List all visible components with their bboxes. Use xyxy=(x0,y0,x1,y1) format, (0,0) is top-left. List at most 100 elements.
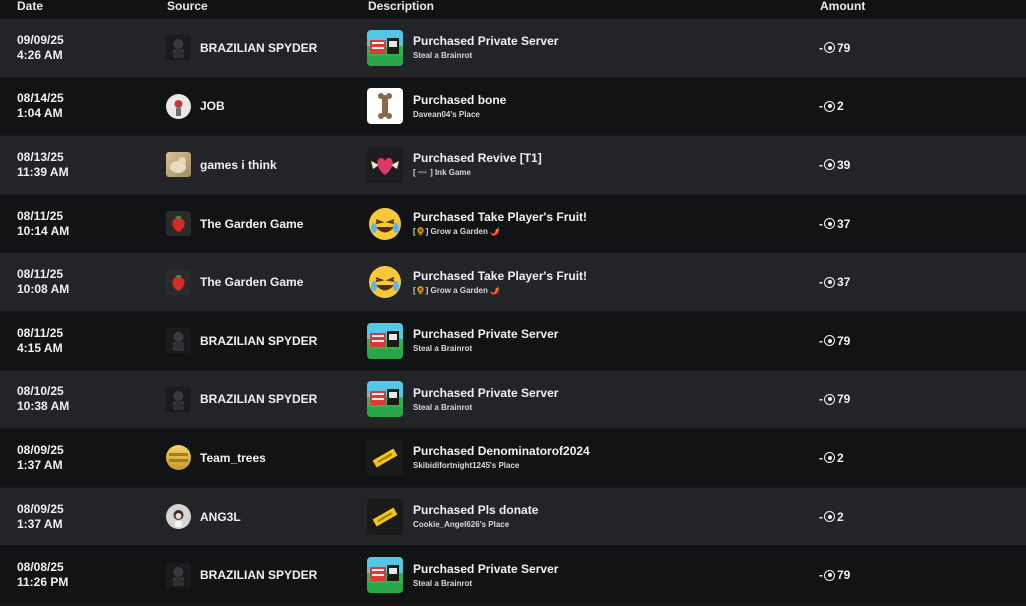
trees-avatar-icon[interactable] xyxy=(166,445,191,471)
description-place[interactable]: Steal a Brainrot xyxy=(413,579,558,589)
amount-sign: - xyxy=(819,157,823,172)
row-date: 08/10/25 xyxy=(17,384,64,399)
row-date: 08/11/25 xyxy=(17,267,64,282)
source-name[interactable]: The Garden Game xyxy=(200,217,303,231)
description-title: Purchased Private Server xyxy=(413,561,559,576)
gold-bar-icon[interactable] xyxy=(367,439,403,476)
laughing-emoji-icon[interactable] xyxy=(367,206,403,242)
row-time: 10:08 AM xyxy=(17,282,70,297)
source-cell[interactable]: The Garden Game xyxy=(166,253,303,311)
brainrot-game-icon[interactable] xyxy=(367,29,403,66)
source-cell[interactable]: Team_trees xyxy=(166,429,266,487)
description-place[interactable]: Steal a Brainrot xyxy=(413,51,558,61)
spyder-avatar-icon[interactable] xyxy=(166,562,191,588)
amount-value: 2 xyxy=(837,509,844,524)
row-date: 08/11/25 xyxy=(17,208,64,223)
table-row: 08/08/25 11:26 PM BRAZILIAN SPYDER Purch… xyxy=(0,546,1026,605)
row-date: 08/11/25 xyxy=(17,325,64,340)
angel-avatar-icon[interactable] xyxy=(166,504,191,530)
robux-icon xyxy=(824,452,835,464)
description-cell[interactable]: Purchased Revive [T1] [ ➖ ] Ink Game xyxy=(367,136,542,194)
amount-cell: - 37 xyxy=(819,253,850,311)
description-cell[interactable]: Purchased Private Server Steal a Brainro… xyxy=(367,19,558,77)
source-cell[interactable]: games i think xyxy=(166,136,277,194)
description-place[interactable]: Steal a Brainrot xyxy=(413,344,558,354)
source-name[interactable]: BRAZILIAN SPYDER xyxy=(200,41,317,55)
robux-icon xyxy=(824,393,835,405)
source-cell[interactable]: JOB xyxy=(166,78,225,136)
source-name[interactable]: games i think xyxy=(200,158,277,172)
source-name[interactable]: BRAZILIAN SPYDER xyxy=(200,334,317,348)
amount-cell: - 2 xyxy=(819,488,844,546)
robux-icon xyxy=(824,511,835,523)
source-name[interactable]: BRAZILIAN SPYDER xyxy=(200,392,317,406)
description-title: Purchased Denominatorof2024 xyxy=(413,444,590,459)
description-cell[interactable]: Purchased Take Player's Fruit! [🌻] Grow … xyxy=(367,195,587,253)
description-cell[interactable]: Purchased Take Player's Fruit! [🌻] Grow … xyxy=(367,253,587,311)
transactions-table: Date Source Description Amount 09/09/25 … xyxy=(0,0,1026,605)
strawberry-icon[interactable] xyxy=(166,269,191,295)
source-name[interactable]: Team_trees xyxy=(200,451,266,465)
games-avatar-icon[interactable] xyxy=(166,152,191,178)
amount-cell: - 2 xyxy=(819,429,844,487)
spyder-avatar-icon[interactable] xyxy=(166,386,191,412)
laughing-emoji-icon[interactable] xyxy=(367,264,403,300)
source-cell[interactable]: The Garden Game xyxy=(166,195,303,253)
amount-cell: - 37 xyxy=(819,195,850,253)
strawberry-icon[interactable] xyxy=(166,211,191,237)
source-cell[interactable]: BRAZILIAN SPYDER xyxy=(166,19,317,77)
bone-icon[interactable] xyxy=(367,88,403,125)
row-date: 08/13/25 xyxy=(17,149,64,164)
source-name[interactable]: The Garden Game xyxy=(200,275,303,289)
table-row: 08/09/25 1:37 AM Team_trees Purchased De… xyxy=(0,429,1026,488)
source-cell[interactable]: BRAZILIAN SPYDER xyxy=(166,546,317,604)
description-place[interactable]: Skibidifortnight1245's Place xyxy=(413,461,590,471)
spyder-avatar-icon[interactable] xyxy=(166,35,191,61)
amount-cell: - 39 xyxy=(819,136,850,194)
robux-icon xyxy=(824,42,835,54)
amount-cell: - 2 xyxy=(819,78,844,136)
brainrot-game-icon[interactable] xyxy=(367,557,403,594)
spyder-avatar-icon[interactable] xyxy=(166,328,191,354)
source-cell[interactable]: BRAZILIAN SPYDER xyxy=(166,371,317,429)
brainrot-game-icon[interactable] xyxy=(367,322,403,359)
description-title: Purchased Private Server xyxy=(413,385,559,400)
gold-bar-icon[interactable] xyxy=(367,498,403,535)
brainrot-game-icon[interactable] xyxy=(367,381,403,418)
source-name[interactable]: BRAZILIAN SPYDER xyxy=(200,568,317,582)
description-place[interactable]: Cookie_Angel626's Place xyxy=(413,520,538,530)
description-place[interactable]: [ ➖ ] Ink Game xyxy=(413,168,542,178)
robux-icon xyxy=(824,159,835,171)
table-row: 08/11/25 4:15 AM BRAZILIAN SPYDER Purcha… xyxy=(0,311,1026,371)
row-time: 11:26 PM xyxy=(17,575,69,590)
source-cell[interactable]: BRAZILIAN SPYDER xyxy=(166,312,317,370)
amount-cell: - 79 xyxy=(819,312,850,370)
table-header: Date Source Description Amount xyxy=(0,0,1026,19)
description-cell[interactable]: Purchased Private Server Steal a Brainro… xyxy=(367,312,558,370)
source-cell[interactable]: ANG3L xyxy=(166,488,241,546)
description-cell[interactable]: Purchased bone Davean04's Place xyxy=(367,78,506,136)
description-place[interactable]: Davean04's Place xyxy=(413,110,506,120)
table-row: 08/14/25 1:04 AM JOB Purchased bone Dave… xyxy=(0,77,1026,137)
description-place[interactable]: [🌻] Grow a Garden 🌶️ xyxy=(413,286,587,296)
description-cell[interactable]: Purchased Denominatorof2024 Skibidifortn… xyxy=(367,429,590,487)
amount-sign: - xyxy=(819,99,823,114)
row-time: 4:26 AM xyxy=(17,47,63,62)
description-cell[interactable]: Purchased Pls donate Cookie_Angel626's P… xyxy=(367,488,538,546)
amount-value: 37 xyxy=(837,275,851,290)
row-date: 09/09/25 xyxy=(17,32,64,47)
row-time: 11:39 AM xyxy=(17,164,69,179)
date-cell: 08/10/25 10:38 AM xyxy=(17,371,69,429)
row-time: 4:15 AM xyxy=(17,340,63,355)
date-cell: 08/11/25 10:14 AM xyxy=(17,195,69,253)
description-place[interactable]: [🌻] Grow a Garden 🌶️ xyxy=(413,227,587,237)
source-name[interactable]: JOB xyxy=(200,99,225,113)
description-cell[interactable]: Purchased Private Server Steal a Brainro… xyxy=(367,546,558,604)
date-cell: 08/08/25 11:26 PM xyxy=(17,546,68,604)
description-place[interactable]: Steal a Brainrot xyxy=(413,403,558,413)
winged-heart-icon[interactable] xyxy=(367,146,403,183)
description-title: Purchased Private Server xyxy=(413,34,559,49)
source-name[interactable]: ANG3L xyxy=(200,510,241,524)
job-avatar-icon[interactable] xyxy=(166,93,191,119)
description-cell[interactable]: Purchased Private Server Steal a Brainro… xyxy=(367,371,558,429)
